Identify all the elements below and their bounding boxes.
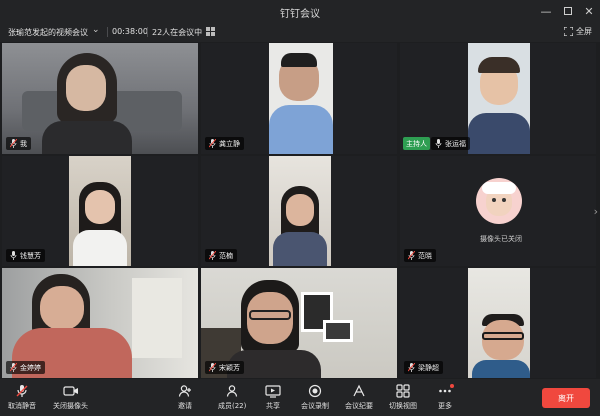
camera-off-label: 关闭摄像头	[53, 402, 88, 410]
participant-name: 宋颖芳	[219, 363, 240, 372]
video-tile[interactable]: 龚立静	[201, 43, 397, 154]
video-tile-me[interactable]: 我	[2, 43, 198, 154]
participant-name-chip: 梁静超	[404, 361, 443, 374]
title-bar: 钉钉会议 — ✕	[0, 0, 600, 22]
grid-view-icon	[396, 384, 410, 398]
participant-count[interactable]: 22人在会议中	[152, 27, 202, 38]
mic-muted-icon	[209, 251, 216, 260]
meeting-info-bar: 张瑜范发起的视频会议 ⌄ 00:38:00 22人在会议中 全屏	[0, 22, 600, 42]
camera-off-text: 摄像头已关闭	[480, 235, 522, 243]
more-label: 更多	[438, 402, 452, 410]
share-button[interactable]: 共享	[264, 383, 282, 411]
camera-off-button[interactable]: 关闭摄像头	[53, 383, 88, 411]
record-button[interactable]: 会议录制	[301, 383, 329, 411]
fullscreen-icon	[564, 27, 573, 36]
record-label: 会议录制	[301, 402, 329, 410]
meeting-title[interactable]: 张瑜范发起的视频会议	[8, 27, 88, 38]
video-tile-host[interactable]: 主持人 张运福	[400, 43, 596, 154]
participant-name: 梁静超	[418, 363, 439, 372]
mic-muted-icon	[209, 363, 216, 372]
host-badge: 主持人	[403, 137, 430, 150]
share-screen-icon	[265, 384, 281, 398]
switch-view-label: 切换视图	[389, 402, 417, 410]
share-label: 共享	[266, 402, 280, 410]
video-tile[interactable]: 金婷婷	[2, 268, 198, 378]
close-icon[interactable]: ✕	[581, 3, 597, 19]
members-label: 成员(22)	[218, 402, 247, 410]
next-page-arrow-icon[interactable]: ›	[594, 205, 598, 218]
participant-name: 金婷婷	[20, 363, 41, 372]
minutes-label: 会议纪要	[345, 402, 373, 410]
invite-button[interactable]: 邀请	[176, 383, 194, 411]
video-tile[interactable]: 梁静超	[400, 268, 596, 378]
participant-name: 龚立静	[219, 139, 240, 148]
participant-name: 我	[20, 139, 27, 148]
notification-dot	[450, 384, 454, 388]
invite-label: 邀请	[178, 402, 192, 410]
participant-name: 张运福	[445, 139, 466, 148]
grid-icon[interactable]	[206, 27, 215, 36]
video-tile-camera-off[interactable]: 摄像头已关闭 范晓	[400, 156, 596, 266]
participant-name: 范晓	[418, 251, 432, 260]
participant-name-chip: 范楠	[205, 249, 237, 262]
participant-video	[69, 156, 131, 266]
participant-video	[269, 43, 333, 154]
mic-icon	[435, 139, 442, 148]
meeting-duration: 00:38:00	[112, 27, 148, 36]
divider	[107, 27, 108, 37]
record-icon	[308, 384, 322, 398]
participant-name-chip: 宋颖芳	[205, 361, 244, 374]
divider	[147, 27, 148, 37]
maximize-icon[interactable]	[560, 3, 576, 19]
camera-icon	[62, 386, 78, 396]
window-title: 钉钉会议	[280, 9, 320, 20]
add-user-icon	[178, 385, 191, 397]
members-icon	[227, 385, 238, 397]
minimize-icon[interactable]: —	[538, 3, 554, 19]
participant-video	[468, 268, 530, 378]
video-tile[interactable]: 钱慧芳	[2, 156, 198, 266]
unmute-button[interactable]: 取消静音	[8, 383, 36, 411]
video-tile[interactable]: 范楠	[201, 156, 397, 266]
minutes-icon	[353, 384, 365, 397]
participant-name-chip: 龚立静	[205, 137, 244, 150]
avatar	[476, 178, 522, 224]
fullscreen-label: 全屏	[576, 27, 592, 36]
participant-video	[269, 156, 331, 266]
mic-muted-icon	[10, 139, 17, 148]
mic-muted-icon	[408, 251, 415, 260]
meeting-toolbar: 取消静音 关闭摄像头 邀请 成员(22) 共享 会议录制 会议纪要 切换视图 更…	[0, 379, 600, 416]
participant-name-chip: 钱慧芳	[6, 249, 45, 262]
minutes-button[interactable]: 会议纪要	[345, 383, 373, 411]
members-button[interactable]: 成员(22)	[218, 383, 246, 411]
mic-muted-icon	[10, 363, 17, 372]
mic-icon	[10, 251, 17, 260]
mic-muted-icon	[408, 363, 415, 372]
video-tile[interactable]: 宋颖芳	[201, 268, 397, 378]
participant-name-chip: 张运福	[431, 137, 470, 150]
participant-name-chip: 范晓	[404, 249, 436, 262]
chevron-down-icon[interactable]: ⌄	[92, 25, 100, 35]
participant-name: 钱慧芳	[20, 251, 41, 260]
mic-muted-icon	[16, 385, 28, 397]
participant-name: 范楠	[219, 251, 233, 260]
fullscreen-button[interactable]: 全屏	[564, 26, 592, 37]
participant-video	[468, 43, 530, 154]
leave-button[interactable]: 离开	[542, 388, 590, 408]
participant-video	[2, 43, 198, 154]
participant-name-chip: 我	[6, 137, 31, 150]
switch-view-button[interactable]: 切换视图	[389, 383, 417, 411]
mic-muted-icon	[209, 139, 216, 148]
participant-name-chip: 金婷婷	[6, 361, 45, 374]
unmute-label: 取消静音	[8, 402, 36, 410]
